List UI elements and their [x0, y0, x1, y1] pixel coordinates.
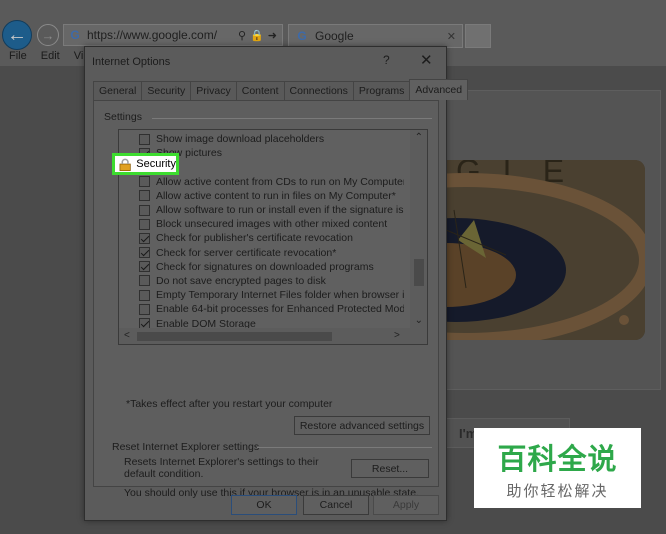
list-item[interactable]: Do not save encrypted pages to disk: [119, 274, 404, 288]
settings-label: Settings: [104, 111, 142, 123]
tab-privacy[interactable]: Privacy: [190, 81, 237, 100]
checkbox[interactable]: [139, 247, 150, 259]
scroll-down-icon[interactable]: ⌄: [415, 315, 423, 326]
address-url[interactable]: https://www.google.com/: [87, 28, 238, 42]
google-favicon-icon: G: [70, 28, 80, 42]
forward-button[interactable]: →: [37, 24, 59, 46]
list-item[interactable]: Check for server certificate revocation*: [119, 246, 404, 260]
menu-file[interactable]: File: [0, 50, 32, 66]
address-bar[interactable]: G https://www.google.com/ ⚲ 🔒 ➜: [63, 24, 283, 46]
cancel-button[interactable]: Cancel: [303, 495, 369, 515]
back-button[interactable]: ←: [2, 20, 32, 50]
restart-note: *Takes effect after you restart your com…: [126, 398, 333, 410]
list-item-label: Allow software to run or install even if…: [156, 204, 404, 217]
reset-button[interactable]: Reset...: [351, 459, 429, 478]
list-item-label: Check for server certificate revocation*: [156, 246, 337, 259]
tab-general[interactable]: General: [93, 81, 143, 100]
close-icon[interactable]: ✕: [420, 51, 433, 69]
horizontal-scrollbar[interactable]: < >: [119, 328, 412, 344]
watermark-logo: 百科全说 助你轻松解决: [474, 428, 641, 508]
scroll-thumb[interactable]: [414, 259, 424, 286]
scroll-left-icon[interactable]: <: [124, 330, 130, 341]
scroll-up-icon[interactable]: ⌃: [415, 132, 423, 143]
help-icon[interactable]: ?: [383, 53, 390, 67]
back-arrow-icon: ←: [7, 23, 27, 46]
list-item[interactable]: Allow software to run or install even if…: [119, 203, 404, 217]
menu-edit[interactable]: Edit: [32, 50, 65, 66]
checkbox[interactable]: [139, 190, 150, 202]
tab-programs[interactable]: Programs: [352, 81, 411, 100]
list-item-label: Check for signatures on downloaded progr…: [156, 260, 374, 273]
list-item[interactable]: Allow active content to run in files on …: [119, 189, 404, 203]
vertical-scrollbar[interactable]: ⌃ ⌄: [410, 130, 427, 344]
tab-connections[interactable]: Connections: [283, 81, 354, 100]
reset-group-label: Reset Internet Explorer settings: [112, 441, 260, 453]
tab-content[interactable]: Content: [235, 81, 285, 100]
lock-icon[interactable]: 🔒: [250, 29, 264, 42]
list-item-label: Allow active content from CDs to run on …: [156, 175, 404, 188]
forward-arrow-icon: →: [41, 27, 55, 43]
search-icon[interactable]: ⚲: [238, 29, 246, 42]
divider: [152, 118, 432, 119]
checkbox[interactable]: [139, 232, 150, 244]
checkbox[interactable]: [139, 275, 150, 287]
google-doodle[interactable]: GLE: [446, 160, 645, 340]
list-item[interactable]: Show image download placeholders: [119, 132, 404, 146]
checkbox[interactable]: [139, 218, 150, 230]
checkbox[interactable]: [139, 176, 150, 188]
dialog-tabs: General Security Privacy Content Connect…: [93, 79, 469, 100]
list-item[interactable]: Enable 64-bit processes for Enhanced Pro…: [119, 302, 404, 316]
restore-advanced-settings-button[interactable]: Restore advanced settings: [294, 416, 430, 435]
dialog-title: Internet Options: [92, 56, 171, 68]
list-item-label: Show image download placeholders: [156, 133, 325, 146]
refresh-icon[interactable]: ➜: [268, 29, 277, 42]
checkbox[interactable]: [139, 133, 150, 145]
menu-bar: File Edit Vi: [0, 50, 88, 66]
security-category-highlight[interactable]: Security: [112, 153, 179, 175]
list-item[interactable]: Block unsecured images with other mixed …: [119, 217, 404, 231]
list-item-label: Do not save encrypted pages to disk: [156, 274, 326, 287]
tab-title: Google: [315, 29, 354, 43]
internet-options-dialog: Internet Options ? ✕ General Security Pr…: [84, 46, 469, 521]
ok-button[interactable]: OK: [231, 495, 297, 515]
divider: [257, 447, 432, 448]
watermark-title: 百科全说: [497, 441, 618, 476]
list-item-label: Check for publisher's certificate revoca…: [156, 232, 353, 245]
list-item[interactable]: Check for signatures on downloaded progr…: [119, 260, 404, 274]
checkbox[interactable]: [139, 204, 150, 216]
list-item-label: Empty Temporary Internet Files folder wh…: [156, 289, 404, 302]
scroll-right-icon[interactable]: >: [394, 330, 400, 341]
tab-security[interactable]: Security: [141, 81, 192, 100]
scroll-thumb-horizontal[interactable]: [137, 332, 332, 341]
new-tab-button[interactable]: [465, 24, 491, 48]
checkbox[interactable]: [139, 303, 150, 315]
lock-icon: [119, 158, 131, 171]
checkbox[interactable]: [139, 261, 150, 273]
list-item[interactable]: Allow active content from CDs to run on …: [119, 175, 404, 189]
security-category-label: Security: [136, 158, 176, 170]
browser-tab[interactable]: G Google ✕: [288, 24, 463, 48]
doodle-illustration: GLE: [446, 160, 645, 340]
close-tab-icon[interactable]: ✕: [447, 30, 456, 43]
list-item[interactable]: Empty Temporary Internet Files folder wh…: [119, 288, 404, 302]
tab-advanced[interactable]: Advanced: [409, 79, 469, 100]
google-favicon-icon: G: [297, 29, 307, 43]
list-item[interactable]: Check for publisher's certificate revoca…: [119, 231, 404, 245]
watermark-subtitle: 助你轻松解决: [506, 481, 609, 500]
apply-button[interactable]: Apply: [373, 495, 439, 515]
list-item-label: Enable 64-bit processes for Enhanced Pro…: [156, 303, 404, 316]
checkbox[interactable]: [139, 289, 150, 301]
reset-description: Resets Internet Explorer's settings to t…: [124, 456, 319, 480]
list-item-label: Allow active content to run in files on …: [156, 189, 396, 202]
list-item-label: Block unsecured images with other mixed …: [156, 218, 388, 231]
